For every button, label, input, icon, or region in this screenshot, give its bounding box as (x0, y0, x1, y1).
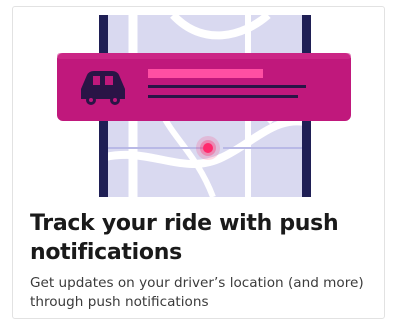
notification-title-bar (148, 69, 263, 78)
onboarding-card: Track your ride with push notifications … (12, 6, 385, 319)
notification-text-line (148, 95, 298, 98)
card-subtitle: Get updates on your driver’s location (a… (30, 275, 364, 310)
ride-tracking-illustration (57, 11, 351, 197)
location-pin-icon (196, 136, 220, 160)
card-title: Track your ride with push notifications (30, 211, 339, 265)
notification-text-line (148, 85, 306, 88)
